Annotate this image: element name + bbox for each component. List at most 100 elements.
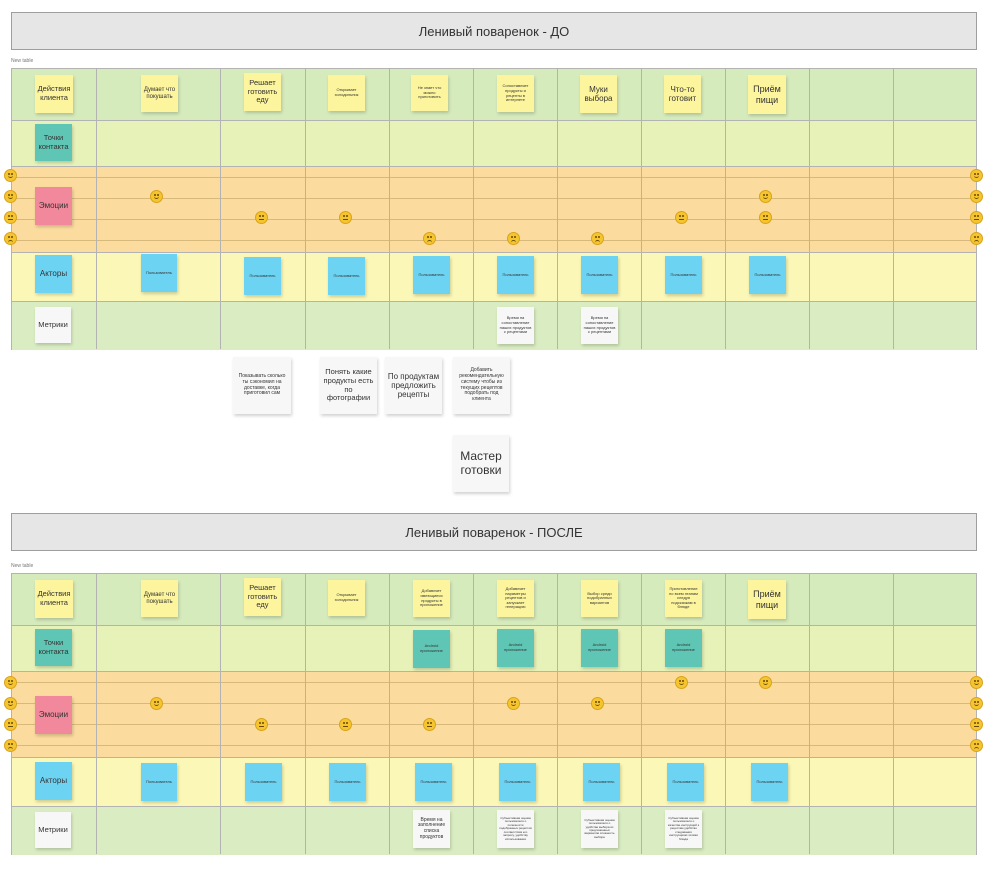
idea-sticky[interactable]: Добавить рекомендательную систему чтобы …: [453, 357, 510, 414]
step-sticky[interactable]: Что-то готовит: [664, 75, 701, 113]
sad-face-icon: [4, 739, 17, 752]
actor-sticky[interactable]: Пользователь: [245, 763, 282, 801]
emotion-happy-icon[interactable]: [507, 697, 520, 710]
emotion-happy-icon[interactable]: [591, 697, 604, 710]
neutral-face-icon: [4, 718, 17, 731]
metric-sticky[interactable]: Субъективная оценка пользователя о полез…: [497, 810, 534, 848]
actor-sticky[interactable]: Пользователь: [665, 256, 702, 294]
column-divider: [641, 69, 642, 349]
lane-metrics: [12, 302, 976, 350]
actor-sticky[interactable]: Пользователь: [497, 256, 534, 294]
emotion-sad-icon[interactable]: [423, 232, 436, 245]
happy-face-icon: [970, 169, 983, 182]
actor-sticky[interactable]: Пользователь: [244, 257, 281, 295]
actor-sticky[interactable]: Пользователь: [328, 257, 365, 295]
step-sticky[interactable]: Открывает холодильник: [328, 580, 365, 616]
journey-map-after[interactable]: Действия клиента Точки контакта Эмоции А…: [11, 573, 977, 855]
step-sticky[interactable]: Думает что покушать: [141, 580, 178, 617]
emotion-level-line: [12, 724, 976, 725]
lane-header-touchpoints[interactable]: Точки контакта: [35, 629, 72, 666]
lane-header-emotions[interactable]: Эмоции: [35, 187, 72, 225]
actor-sticky[interactable]: Пользователь: [751, 763, 788, 801]
step-sticky[interactable]: Приём пищи: [748, 580, 786, 619]
touchpoint-sticky[interactable]: Android приложение: [413, 630, 450, 668]
column-divider: [96, 69, 97, 349]
actor-sticky[interactable]: Пользователь: [499, 763, 536, 801]
sad-face-icon: [970, 739, 983, 752]
touchpoint-sticky[interactable]: Android приложение: [497, 629, 534, 667]
actor-sticky[interactable]: Пользователь: [581, 256, 618, 294]
idea-sticky[interactable]: Показывать сколько ты сэкономил на доста…: [233, 357, 291, 414]
lane-header-emotions[interactable]: Эмоции: [35, 696, 72, 734]
step-sticky[interactable]: Не знает что можно приготовить: [411, 75, 448, 111]
step-sticky[interactable]: Сопоставляет продукты и рецепты в интерн…: [497, 75, 534, 112]
table-label-before: New table: [11, 58, 34, 64]
table-label-after: New table: [11, 563, 34, 569]
emotion-neutral-icon[interactable]: [255, 211, 268, 224]
metric-sticky[interactable]: Субъективная оценка пользователя о удобс…: [581, 810, 618, 848]
lane-header-actions[interactable]: Действия клиента: [35, 580, 73, 618]
emotion-neutral-icon[interactable]: [423, 718, 436, 731]
emotion-level-line: [12, 219, 976, 220]
step-sticky[interactable]: Думает что покушать: [141, 75, 178, 112]
happy-face-icon: [970, 676, 983, 689]
column-divider: [893, 69, 894, 349]
actor-sticky[interactable]: Пользователь: [329, 763, 366, 801]
step-sticky[interactable]: Добавляет имеющиеся продукты в приложени…: [413, 580, 450, 617]
emotion-level-line: [12, 682, 976, 683]
lane-header-actors[interactable]: Акторы: [35, 762, 72, 800]
step-sticky[interactable]: Выбор среди подобранных вариантов: [581, 580, 618, 617]
lane-metrics: [12, 807, 976, 855]
actor-sticky[interactable]: Пользователь: [141, 763, 177, 801]
journey-map-before[interactable]: Действия клиента Точки контакта Эмоции А…: [11, 68, 977, 350]
lane-header-metrics[interactable]: Метрики: [35, 307, 71, 343]
lane-header-actions[interactable]: Действия клиента: [35, 75, 73, 113]
emotion-neutral-icon[interactable]: [759, 211, 772, 224]
column-divider: [305, 69, 306, 349]
emotion-neutral-icon[interactable]: [675, 211, 688, 224]
happy-face-icon: [4, 697, 17, 710]
emotion-sad-icon[interactable]: [507, 232, 520, 245]
step-sticky[interactable]: Решает готовить еду: [244, 73, 281, 111]
idea-sticky[interactable]: Понять какие продукты есть по фотографии: [320, 357, 377, 414]
step-sticky[interactable]: Муки выбора: [580, 75, 617, 113]
column-divider: [725, 574, 726, 854]
sad-face-icon: [970, 232, 983, 245]
step-sticky[interactable]: Решает готовить еду: [244, 578, 281, 616]
step-sticky[interactable]: Добавляет параметры рецептов и запускает…: [497, 580, 534, 617]
emotion-neutral-icon[interactable]: [339, 718, 352, 731]
actor-sticky[interactable]: Пользователь: [415, 763, 452, 801]
touchpoint-sticky[interactable]: Android приложение: [665, 629, 702, 667]
metric-sticky[interactable]: Время на сопоставление наших продуктов с…: [497, 307, 534, 344]
step-sticky[interactable]: Приём пищи: [748, 75, 786, 114]
actor-sticky[interactable]: Пользователь: [141, 254, 177, 292]
step-sticky[interactable]: Открывает холодильник: [328, 75, 365, 111]
metric-sticky[interactable]: Время на заполнение списка продуктов: [413, 810, 450, 848]
emotion-neutral-icon[interactable]: [339, 211, 352, 224]
emotion-happy-icon[interactable]: [675, 676, 688, 689]
idea-sticky[interactable]: По продуктам предложить рецепты: [385, 357, 442, 414]
column-divider: [305, 574, 306, 854]
happy-face-icon: [4, 190, 17, 203]
emotion-sad-icon[interactable]: [591, 232, 604, 245]
lane-header-touchpoints[interactable]: Точки контакта: [35, 124, 72, 161]
metric-sticky[interactable]: Время на сопоставление наших продуктов с…: [581, 307, 618, 344]
emotion-happy-icon[interactable]: [759, 676, 772, 689]
happy-face-icon: [4, 676, 17, 689]
actor-sticky[interactable]: Пользователь: [749, 256, 786, 294]
idea-sticky[interactable]: Мастер готовки: [453, 435, 509, 492]
actor-sticky[interactable]: Пользователь: [667, 763, 704, 801]
happy-face-icon: [970, 697, 983, 710]
actor-sticky[interactable]: Пользователь: [413, 256, 450, 294]
emotion-happy-icon[interactable]: [150, 697, 163, 710]
metric-sticky[interactable]: Субъективная оценка пользователя о качес…: [665, 810, 702, 848]
lane-header-actors[interactable]: Акторы: [35, 255, 72, 293]
emotion-neutral-icon[interactable]: [255, 718, 268, 731]
lane-header-metrics[interactable]: Метрики: [35, 812, 71, 848]
step-sticky[interactable]: Приготовление по всем этапам следуя подс…: [665, 580, 702, 617]
column-divider: [473, 69, 474, 349]
actor-sticky[interactable]: Пользователь: [583, 763, 620, 801]
emotion-happy-icon[interactable]: [759, 190, 772, 203]
touchpoint-sticky[interactable]: Android приложение: [581, 629, 618, 667]
emotion-happy-icon[interactable]: [150, 190, 163, 203]
